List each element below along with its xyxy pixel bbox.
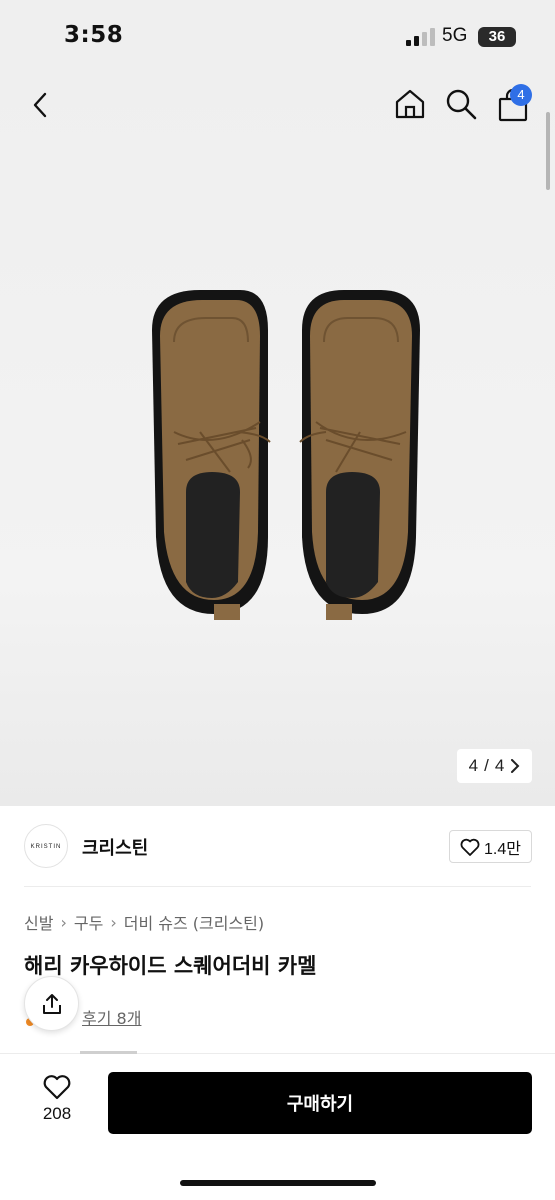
right-shoe-image <box>299 290 420 620</box>
back-arrow-icon[interactable] <box>26 90 56 120</box>
buy-button[interactable]: 구매하기 <box>108 1072 532 1134</box>
product-gallery[interactable]: 4 4 / 4 <box>0 72 555 806</box>
page-total: 4 <box>494 756 505 775</box>
wishlist-button[interactable]: 208 <box>28 1074 86 1134</box>
battery-icon: 36 <box>478 27 516 47</box>
product-image[interactable] <box>130 282 430 632</box>
cart-count-badge: 4 <box>510 84 532 106</box>
left-shoe-image <box>152 290 271 620</box>
chevron-right-icon: › <box>110 912 117 932</box>
heart-icon <box>460 838 480 856</box>
review-link[interactable]: 후기 8개 <box>82 1005 141 1029</box>
share-icon <box>42 993 61 1014</box>
chevron-right-icon <box>511 759 520 773</box>
page-current: 4 <box>468 756 479 775</box>
brand-like-count: 1.4만 <box>484 840 521 858</box>
scrollbar[interactable] <box>546 112 550 190</box>
divider <box>24 886 531 887</box>
heart-icon <box>43 1075 71 1100</box>
status-time: 3:58 <box>64 22 124 48</box>
brand-like-button[interactable]: 1.4만 <box>449 830 532 863</box>
bottom-action-bar: 208 구매하기 <box>0 1054 555 1200</box>
wishlist-count: 208 <box>42 1104 72 1123</box>
chevron-right-icon: › <box>60 912 67 932</box>
status-bar: 3:58 5G 36 <box>0 0 555 72</box>
home-indicator <box>180 1180 376 1186</box>
breadcrumb-item-shoes[interactable]: 신발 <box>24 910 53 934</box>
breadcrumb: 신발 › 구두 › 더비 슈즈 (크리스틴) <box>24 910 264 934</box>
home-icon[interactable] <box>394 88 426 120</box>
brand-name[interactable]: 크리스틴 <box>82 834 148 860</box>
cellular-signal-icon <box>406 28 435 46</box>
search-icon[interactable] <box>445 88 477 120</box>
network-type: 5G <box>442 25 468 46</box>
brand-logo[interactable]: KRISTIN <box>24 824 68 868</box>
breadcrumb-item-dress-shoes[interactable]: 구두 <box>74 910 103 934</box>
share-button[interactable] <box>24 976 79 1031</box>
breadcrumb-item-derby[interactable]: 더비 슈즈 (크리스틴) <box>124 910 264 934</box>
brand-row[interactable]: KRISTIN 크리스틴 1.4만 <box>0 806 555 888</box>
product-title: 해리 카우하이드 스퀘어더비 카멜 <box>24 954 317 978</box>
page-separator: / <box>484 756 489 775</box>
gallery-page-indicator[interactable]: 4 / 4 <box>457 749 532 783</box>
